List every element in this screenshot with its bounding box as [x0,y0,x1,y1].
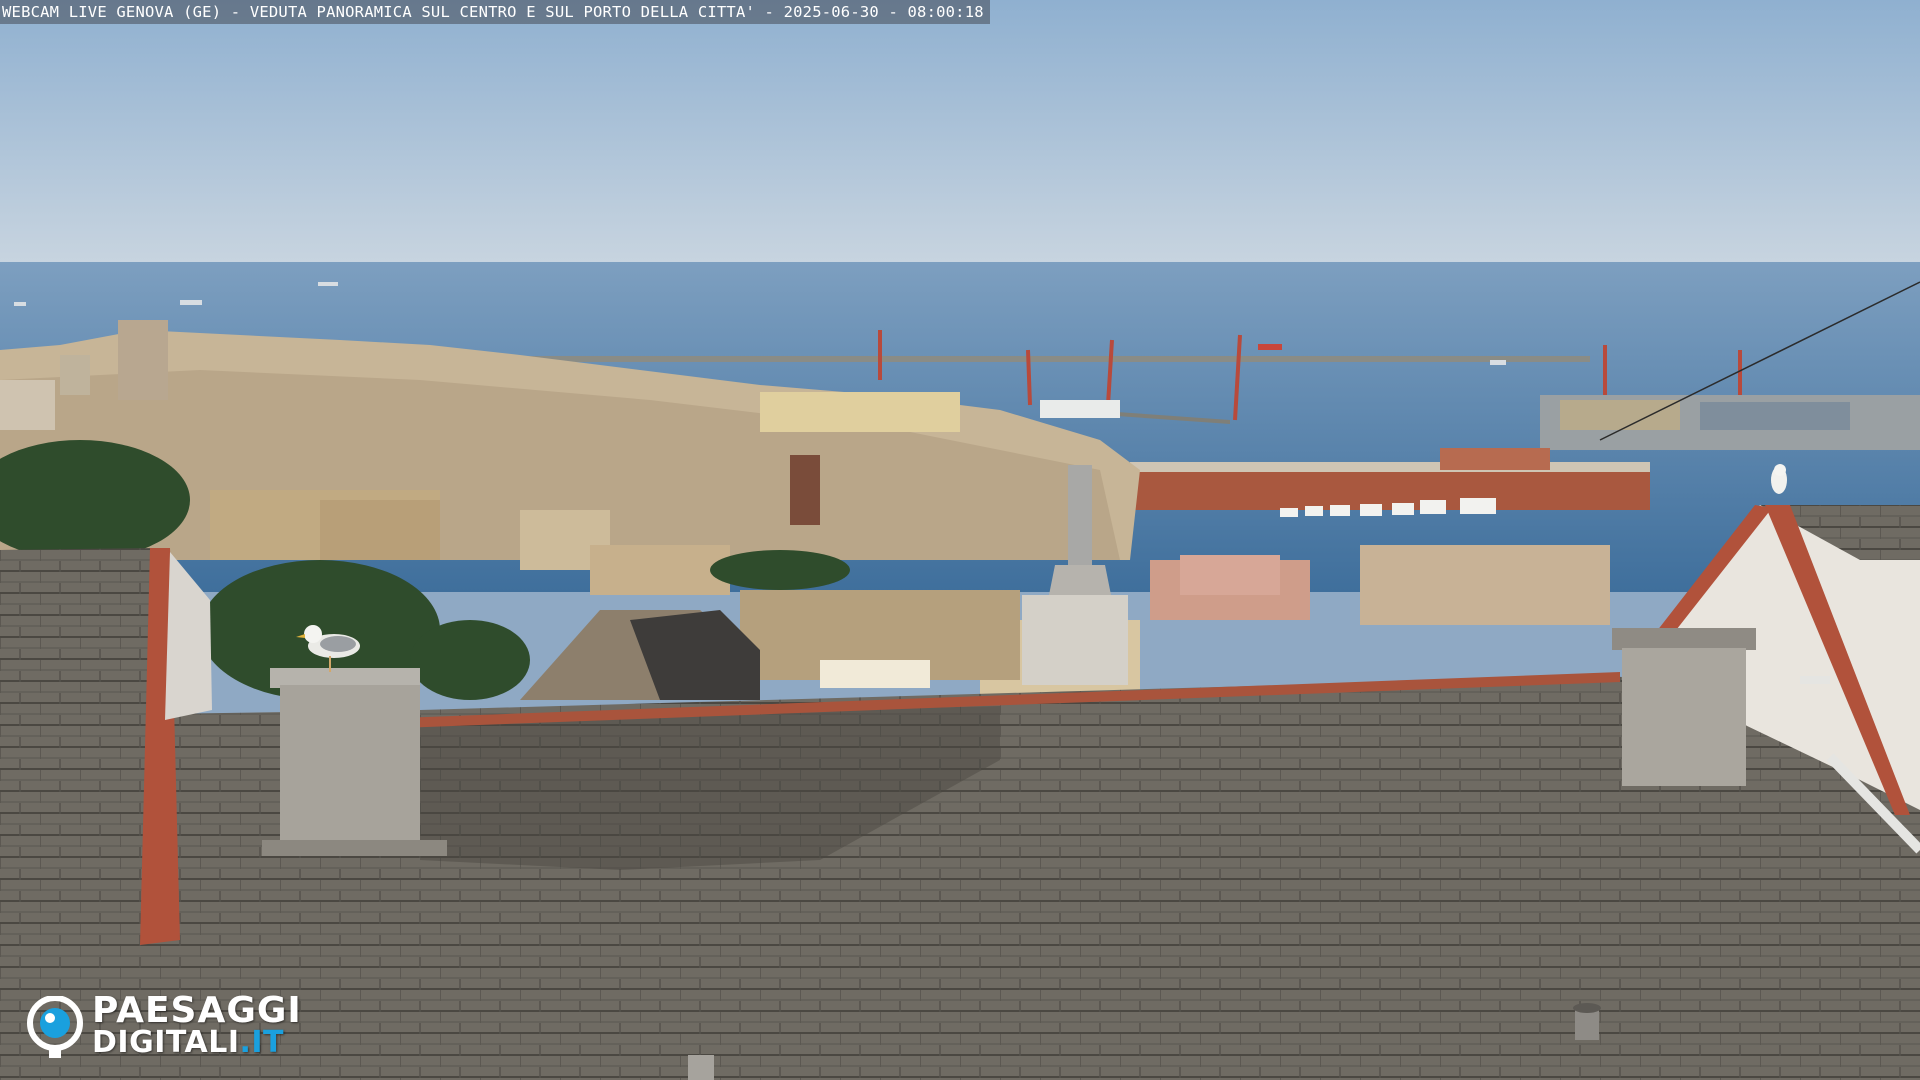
sky [0,0,1920,270]
logo-line2-main: DIGITALI [92,1025,240,1060]
chimney-left [262,668,447,856]
webcam-eye-icon [27,996,83,1058]
logo-line2: DIGITALI.IT [92,1026,284,1060]
container-terminal [1540,395,1920,450]
paesaggi-digitali-logo: PAESAGGI DIGITALI.IT [26,992,336,1062]
webcam-frame: WEBCAM LIVE GENOVA (GE) - VEDUTA PANORAM… [0,0,1920,1080]
logo-domain-suffix: .IT [239,1025,285,1060]
chimney-right [1612,628,1756,786]
webcam-caption: WEBCAM LIVE GENOVA (GE) - VEDUTA PANORAM… [0,0,990,24]
panorama-image [0,0,1920,1080]
